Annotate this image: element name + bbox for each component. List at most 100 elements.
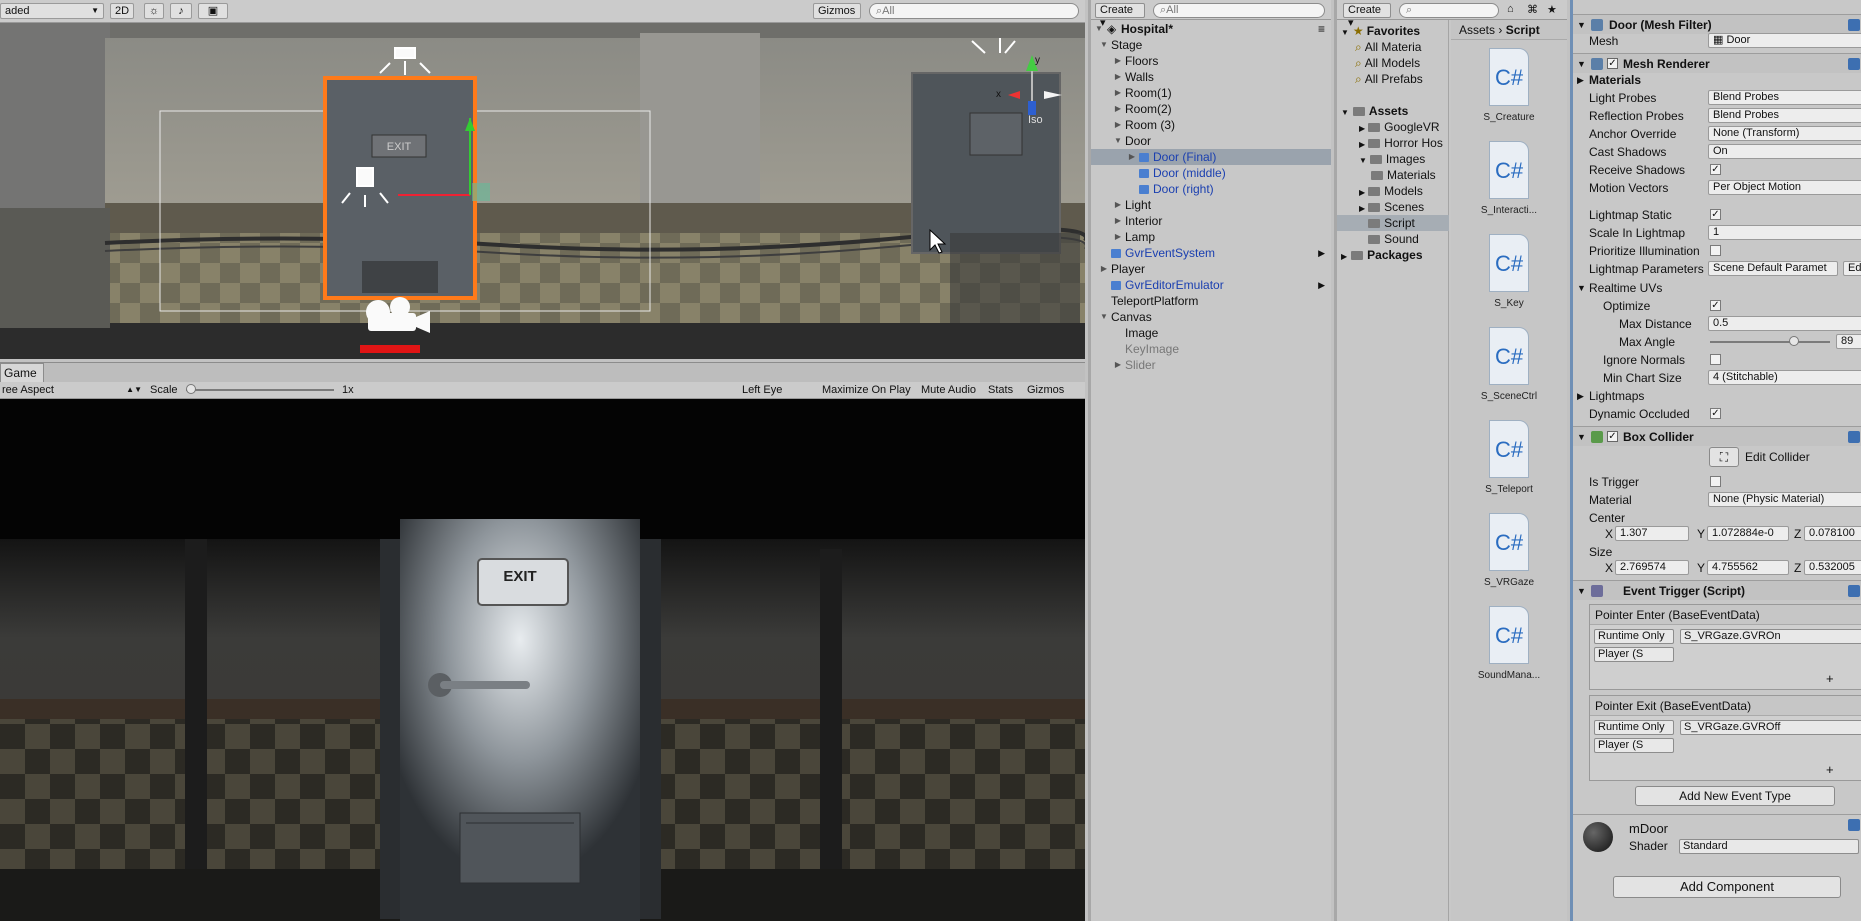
project-create-button[interactable]: Create ▾ <box>1343 3 1391 29</box>
is-trigger-checkbox[interactable] <box>1710 476 1721 487</box>
project-tree-item[interactable]: ▶Script <box>1337 215 1449 231</box>
project-search-input[interactable]: ⌕ <box>1399 3 1499 18</box>
stats-toggle[interactable]: Stats <box>988 383 1013 397</box>
hierarchy-item[interactable]: ▶ Slider <box>1091 357 1331 373</box>
maximize-on-play-toggle[interactable]: Maximize On Play <box>822 383 911 397</box>
materials-row[interactable]: ▶ Materials <box>1573 71 1861 89</box>
expand-arrow-icon[interactable]: ▼ <box>1341 108 1349 117</box>
box-collider-enabled-checkbox[interactable]: ✓ <box>1607 431 1618 442</box>
expand-arrow-icon[interactable]: ▼ <box>1094 21 1104 37</box>
max-distance-field[interactable]: 0.5 <box>1708 316 1861 331</box>
inspector-checkbox[interactable]: ✓ <box>1710 164 1721 175</box>
game-gizmos-dropdown[interactable]: Gizmos <box>1027 383 1064 397</box>
hierarchy-item[interactable]: ▶ Walls <box>1091 69 1331 85</box>
expand-arrow-icon[interactable]: ▶ <box>1341 252 1347 261</box>
expand-arrow-icon[interactable]: ▶ <box>1113 53 1123 69</box>
breadcrumb-assets[interactable]: Assets <box>1459 23 1495 37</box>
hierarchy-item[interactable]: ▼ Stage <box>1091 37 1331 53</box>
expand-arrow-icon[interactable]: ▼ <box>1577 581 1586 601</box>
chevron-right-icon[interactable]: ▶ <box>1318 245 1325 261</box>
game-view[interactable]: EXIT <box>0 399 1085 921</box>
expand-arrow-icon[interactable]: ▼ <box>1113 133 1123 149</box>
expand-arrow-icon[interactable]: ▶ <box>1359 140 1365 149</box>
expand-arrow-icon[interactable]: ▼ <box>1099 37 1109 53</box>
expand-arrow-icon[interactable]: ▼ <box>1341 28 1349 37</box>
size-y-field[interactable]: 4.755562 <box>1707 560 1789 575</box>
filter-label-icon[interactable]: ⌘ <box>1527 3 1538 16</box>
project-tree-item[interactable]: ▶ GoogleVR <box>1337 119 1449 135</box>
hierarchy-item[interactable]: Image <box>1091 325 1331 341</box>
expand-arrow-icon[interactable]: ▶ <box>1359 188 1365 197</box>
toggle-2d-button[interactable]: 2D <box>110 3 134 19</box>
project-tree-item[interactable]: ▶ Models <box>1337 183 1449 199</box>
inspector-field[interactable]: 1 <box>1708 225 1861 240</box>
inspector-checkbox[interactable]: ✓ <box>1710 209 1721 220</box>
hierarchy-item[interactable]: ▶ Floors <box>1091 53 1331 69</box>
project-tree-item[interactable]: ⌕ All Prefabs <box>1337 71 1449 87</box>
expand-arrow-icon[interactable]: ▶ <box>1113 197 1123 213</box>
hierarchy-item[interactable]: ▼ Canvas <box>1091 309 1331 325</box>
max-angle-slider[interactable] <box>1710 336 1830 346</box>
expand-arrow-icon[interactable]: ▶ <box>1099 261 1109 277</box>
center-z-field[interactable]: 0.078100 <box>1804 526 1861 541</box>
expand-arrow-icon[interactable]: ▶ <box>1577 387 1584 405</box>
chevron-right-icon[interactable]: ▶ <box>1318 277 1325 293</box>
inspector-field[interactable]: Blend Probes <box>1708 90 1861 105</box>
add-new-event-type-button[interactable]: Add New Event Type <box>1635 786 1835 806</box>
hierarchy-item[interactable]: ▶ Room (3) <box>1091 117 1331 133</box>
scene-gizmos-dropdown[interactable]: Gizmos <box>813 3 861 19</box>
scale-slider[interactable] <box>186 384 334 394</box>
center-y-field[interactable]: 1.072884e-0 <box>1707 526 1789 541</box>
pointer-enter-function-dropdown[interactable]: S_VRGaze.GVROn <box>1680 629 1861 644</box>
project-tree-item[interactable]: ▶Sound <box>1337 231 1449 247</box>
pointer-exit-target-field[interactable]: Player (S <box>1594 738 1674 753</box>
center-x-field[interactable]: 1.307 <box>1615 526 1689 541</box>
help-icon[interactable] <box>1848 431 1860 443</box>
project-tree-item[interactable]: ▼ Assets <box>1337 103 1449 119</box>
project-tree-item[interactable]: Materials <box>1337 167 1449 183</box>
ignore-normals-checkbox[interactable] <box>1710 354 1721 365</box>
hierarchy-item[interactable]: Door (right) <box>1091 181 1331 197</box>
mesh-filter-header[interactable]: ▼ Door (Mesh Filter) <box>1573 14 1861 34</box>
expand-arrow-icon[interactable]: ▶ <box>1127 149 1137 165</box>
script-asset[interactable]: C# SoundMana... <box>1459 606 1559 681</box>
expand-arrow-icon[interactable]: ▶ <box>1359 124 1365 133</box>
script-asset[interactable]: C# S_VRGaze <box>1459 513 1559 588</box>
script-asset[interactable]: C# S_Interacti... <box>1459 141 1559 216</box>
hierarchy-item[interactable]: Door (middle) <box>1091 165 1331 181</box>
favorite-star-icon[interactable]: ★ <box>1547 3 1557 16</box>
breadcrumb-script[interactable]: Script <box>1506 23 1540 37</box>
add-component-button[interactable]: Add Component <box>1613 876 1841 898</box>
shading-mode-dropdown[interactable]: aded ▼ <box>0 3 104 19</box>
filter-type-icon[interactable]: ⌂ <box>1507 3 1514 15</box>
optimize-checkbox[interactable]: ✓ <box>1710 300 1721 311</box>
project-tree-item[interactable]: ▼ ★ Favorites <box>1337 23 1449 39</box>
max-angle-slider-handle[interactable] <box>1789 336 1799 346</box>
help-icon[interactable] <box>1848 58 1860 70</box>
script-asset[interactable]: C# S_Creature <box>1459 48 1559 123</box>
shader-dropdown[interactable]: Standard <box>1679 839 1859 854</box>
help-icon[interactable] <box>1848 19 1860 31</box>
mesh-renderer-enabled-checkbox[interactable]: ✓ <box>1607 58 1618 69</box>
inspector-field[interactable]: On <box>1708 144 1861 159</box>
lighting-toggle-icon[interactable]: ☼ <box>144 3 164 19</box>
size-z-field[interactable]: 0.532005 <box>1804 560 1861 575</box>
lightmaps-row[interactable]: ▶ Lightmaps <box>1573 387 1861 405</box>
pointer-enter-target-field[interactable]: Player (S <box>1594 647 1674 662</box>
hierarchy-item[interactable]: ▶ Lamp <box>1091 229 1331 245</box>
project-tree-item[interactable]: ▶ Scenes <box>1337 199 1449 215</box>
project-tree-item[interactable]: ▼ Images <box>1337 151 1449 167</box>
mute-audio-toggle[interactable]: Mute Audio <box>921 383 976 397</box>
mesh-renderer-header[interactable]: ▼ ✓ Mesh Renderer <box>1573 53 1861 73</box>
add-listener-button[interactable]: + <box>1826 671 1834 686</box>
min-chart-size-dropdown[interactable]: 4 (Stitchable) <box>1708 370 1861 385</box>
expand-arrow-icon[interactable]: ▶ <box>1113 357 1123 373</box>
inspector-field[interactable]: Per Object Motion <box>1708 180 1861 195</box>
expand-arrow-icon[interactable]: ▶ <box>1113 117 1123 133</box>
aspect-dropdown[interactable]: ree Aspect ▲▼ <box>2 383 142 397</box>
inspector-checkbox[interactable] <box>1710 245 1721 256</box>
pointer-exit-function-dropdown[interactable]: S_VRGaze.GVROff <box>1680 720 1861 735</box>
inspector-field[interactable]: None (Transform) <box>1708 126 1861 141</box>
inspector-field[interactable]: Scene Default Paramet <box>1708 261 1838 276</box>
hierarchy-item[interactable]: ▶ Light <box>1091 197 1331 213</box>
